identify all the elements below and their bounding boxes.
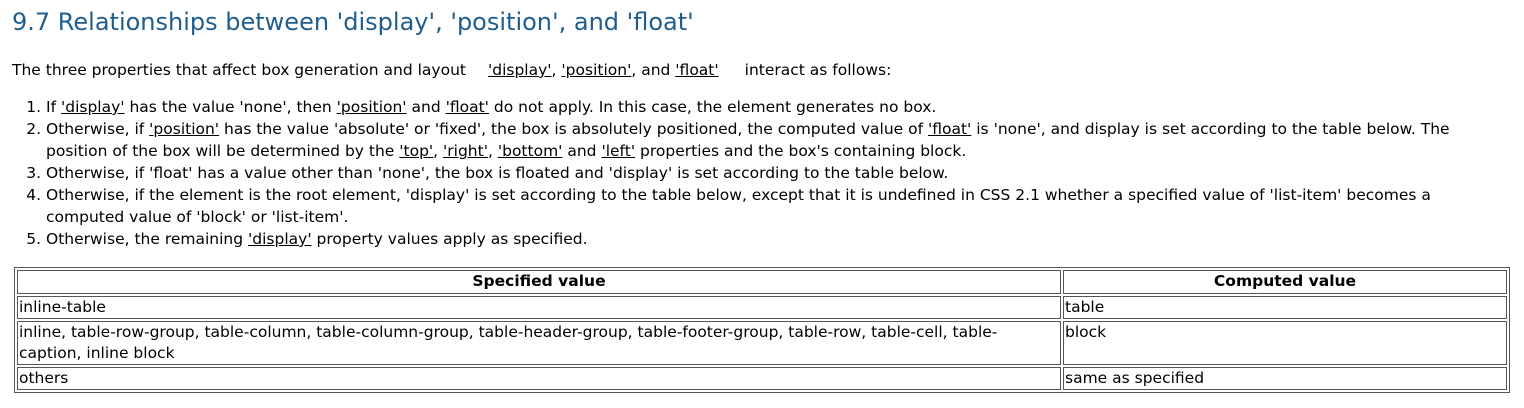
- table-row: inline, table-row-group, table-column, t…: [17, 321, 1507, 365]
- rule-item-1: If 'display' has the value 'none', then …: [46, 96, 1512, 118]
- computed-value-cell: block: [1063, 321, 1507, 365]
- rule-text: property values apply as specified.: [311, 230, 588, 248]
- rule-text: Otherwise, if: [46, 120, 150, 138]
- link-position[interactable]: 'position': [149, 120, 219, 138]
- rule-text: Otherwise, if the element is the root el…: [46, 186, 1431, 226]
- rule-text: has the value 'absolute' or 'fixed', the…: [219, 120, 928, 138]
- column-header-computed: Computed value: [1063, 270, 1507, 294]
- link-float[interactable]: 'float': [928, 120, 971, 138]
- rule-text: properties and the box's containing bloc…: [635, 142, 967, 160]
- rule-text: If: [46, 98, 61, 116]
- rule-text: ,: [487, 142, 498, 160]
- link-left[interactable]: 'left': [601, 142, 635, 160]
- link-float[interactable]: 'float': [675, 61, 718, 79]
- link-right[interactable]: 'right': [443, 142, 488, 160]
- link-display[interactable]: 'display': [248, 230, 312, 248]
- rule-text: has the value 'none', then: [124, 98, 337, 116]
- rule-item-5: Otherwise, the remaining 'display' prope…: [46, 228, 1512, 250]
- display-computation-table: Specified value Computed value inline-ta…: [14, 267, 1510, 393]
- rule-item-3: Otherwise, if 'float' has a value other …: [46, 162, 1512, 184]
- rule-text: Otherwise, if 'float' has a value other …: [46, 164, 949, 182]
- rules-list: If 'display' has the value 'none', then …: [12, 96, 1512, 250]
- table-row: inline-table table: [17, 296, 1507, 319]
- intro-sep-1: ,: [551, 61, 557, 79]
- specified-value-cell: inline-table: [17, 296, 1061, 319]
- specified-value-cell: inline, table-row-group, table-column, t…: [17, 321, 1061, 365]
- computed-value-cell: same as specified: [1063, 367, 1507, 390]
- column-header-specified: Specified value: [17, 270, 1061, 294]
- intro-sep-2: , and: [631, 61, 671, 79]
- link-display[interactable]: 'display': [488, 61, 552, 79]
- table-header-row: Specified value Computed value: [17, 270, 1507, 294]
- intro-paragraph: The three properties that affect box gen…: [12, 59, 891, 81]
- link-float[interactable]: 'float': [446, 98, 489, 116]
- specified-value-cell: others: [17, 367, 1061, 390]
- intro-text-after: interact as follows:: [744, 61, 892, 79]
- rule-text: and: [562, 142, 602, 160]
- link-position[interactable]: 'position': [337, 98, 407, 116]
- rule-text: Otherwise, the remaining: [46, 230, 249, 248]
- link-bottom[interactable]: 'bottom': [498, 142, 563, 160]
- link-display[interactable]: 'display': [61, 98, 125, 116]
- table-row: others same as specified: [17, 367, 1507, 390]
- link-top[interactable]: 'top': [399, 142, 433, 160]
- document-page: 9.7 Relationships between 'display', 'po…: [0, 0, 1524, 408]
- rule-text: and: [406, 98, 446, 116]
- link-position[interactable]: 'position': [561, 61, 631, 79]
- rule-text: do not apply. In this case, the element …: [488, 98, 937, 116]
- section-heading: 9.7 Relationships between 'display', 'po…: [12, 8, 694, 36]
- computed-value-cell: table: [1063, 296, 1507, 319]
- rule-text: ,: [433, 142, 444, 160]
- rule-item-4: Otherwise, if the element is the root el…: [46, 184, 1512, 228]
- rule-item-2: Otherwise, if 'position' has the value '…: [46, 118, 1512, 162]
- intro-text-before: The three properties that affect box gen…: [12, 61, 466, 79]
